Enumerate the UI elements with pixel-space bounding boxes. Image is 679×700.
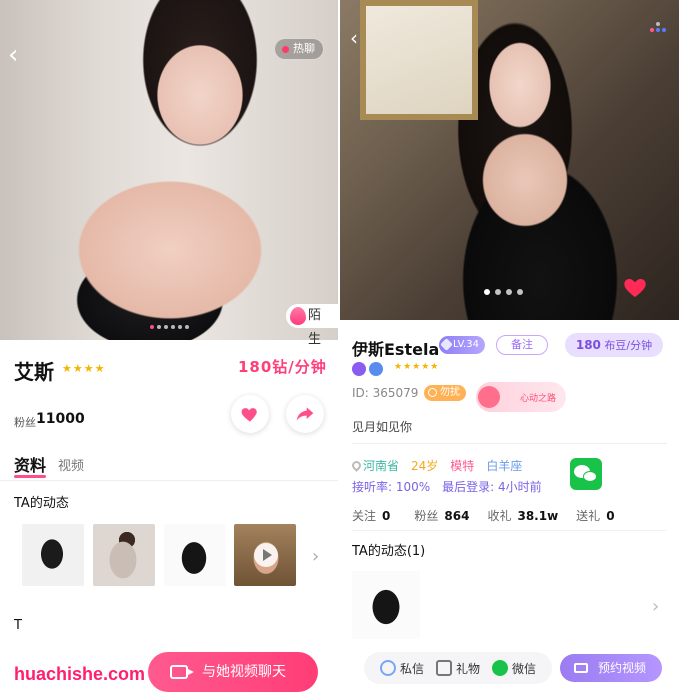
hot-chat-badge: 热聊 <box>274 38 324 60</box>
gift-icon <box>436 660 452 676</box>
chevron-right-icon[interactable]: › <box>652 596 659 617</box>
video-camera-icon <box>574 663 588 673</box>
occupation-tag: 模特 <box>450 459 475 473</box>
stats-row: 关注 0 粉丝 864 收礼 38.1w 送礼 0 <box>352 507 615 524</box>
rating-stars: ★★★★★ <box>394 362 440 372</box>
fans-label: 粉丝 <box>14 416 36 429</box>
moment-thumbnail[interactable] <box>93 524 155 586</box>
gift-label: 礼物 <box>456 662 481 676</box>
moment-thumbnail[interactable] <box>164 524 226 586</box>
live-dot-icon <box>282 46 289 53</box>
book-video-button[interactable]: 预约视频 <box>560 654 662 682</box>
left-profile-panel: ‹ 热聊 陌生 艾斯 ★★★★ 180钻/分钟 粉丝 11000 资料 视频 T… <box>0 0 338 700</box>
bottom-action-bar: 私信 礼物 微信 预约视频 <box>340 640 679 700</box>
moments-title: TA的动态 <box>14 496 69 511</box>
answer-rate: 接听率: 100% <box>352 480 431 494</box>
share-button[interactable] <box>286 395 324 433</box>
share-icon <box>296 407 314 421</box>
active-tab-indicator <box>14 475 46 478</box>
moments-title: TA的动态(1) <box>352 544 426 559</box>
fans-count: 11000 <box>36 411 85 427</box>
right-profile-panel: ‹ 伊斯Estela LV.34 备注 180 布豆/分钟 ★★★★★ ID: … <box>340 0 679 700</box>
like-heart-icon[interactable] <box>623 276 647 298</box>
signature-text: 见月如见你 <box>352 420 413 434</box>
rate-badge: 180 布豆/分钟 <box>565 333 663 357</box>
photo-pager[interactable] <box>150 325 189 329</box>
moment-video-thumbnail[interactable] <box>234 524 296 586</box>
wechat-button[interactable]: 微信 <box>492 660 536 677</box>
video-chat-label: 与她视频聊天 <box>202 664 286 680</box>
message-label: 私信 <box>400 662 425 676</box>
watermark-url: huachishe.com <box>14 664 146 684</box>
stat-gifts-sent: 送礼 0 <box>576 509 615 523</box>
last-login: 最后登录: 4小时前 <box>442 480 542 494</box>
action-group: 私信 礼物 微信 <box>364 652 552 684</box>
level-label: LV.34 <box>453 339 479 350</box>
tab-profile-data[interactable]: 资料 <box>14 452 46 476</box>
site-watermark: 花痴社 huachishe.com <box>6 604 171 694</box>
rate-unit: 布豆/分钟 <box>604 339 653 352</box>
level-badge: LV.34 <box>439 336 485 354</box>
age: 24岁 <box>411 459 439 473</box>
follow-heart-button[interactable] <box>231 395 269 433</box>
heart-icon <box>478 386 500 408</box>
divider <box>0 480 338 481</box>
message-button[interactable]: 私信 <box>380 660 424 677</box>
wechat-icon <box>492 660 508 676</box>
divider <box>352 443 667 444</box>
video-chat-button[interactable]: 与她视频聊天 <box>148 652 318 692</box>
profile-photo[interactable] <box>340 0 679 320</box>
gift-button[interactable]: 礼物 <box>436 660 480 677</box>
stat-gifts-received: 收礼 38.1w <box>487 509 559 523</box>
stranger-tag: 陌生 <box>286 304 338 347</box>
divider <box>352 530 667 531</box>
back-icon[interactable]: ‹ <box>350 26 358 50</box>
do-not-disturb-badge: 勿扰 <box>424 385 466 401</box>
book-video-label: 预约视频 <box>598 661 647 675</box>
profile-name: 艾斯 <box>14 360 54 384</box>
heart-path-label: 心动之路 <box>520 394 557 404</box>
stranger-label: 陌生 <box>308 308 322 347</box>
wall-painting <box>360 0 478 120</box>
wechat-label: 微信 <box>512 662 537 676</box>
heart-icon <box>241 408 257 422</box>
hot-chat-label: 热聊 <box>293 42 315 55</box>
price-label: 180钻/分钟 <box>238 358 327 376</box>
play-icon <box>254 543 278 567</box>
location-pin-icon <box>350 459 363 472</box>
profile-name: 伊斯Estela <box>352 340 440 359</box>
tab-video[interactable]: 视频 <box>58 455 84 474</box>
stat-fans: 粉丝 864 <box>414 509 470 523</box>
moon-icon <box>428 388 437 397</box>
rate-value: 180 <box>575 338 601 352</box>
do-not-disturb-label: 勿扰 <box>440 387 460 398</box>
photo-pager[interactable] <box>484 289 523 295</box>
crown-icon <box>440 338 453 351</box>
watermark-logo-text: 花痴社 <box>23 611 139 655</box>
medal-icon <box>369 362 383 376</box>
heart-path-badge[interactable]: 心动之路 <box>476 382 566 412</box>
stat-following: 关注 0 <box>352 509 391 523</box>
zodiac: 白羊座 <box>486 459 523 473</box>
flame-icon <box>290 307 306 325</box>
activity-info-row: 接听率: 100% 最后登录: 4小时前 <box>352 478 542 495</box>
profile-info-row: 河南省 24岁 模特 白羊座 <box>350 457 523 474</box>
province: 河南省 <box>350 457 399 474</box>
video-camera-icon <box>170 665 194 679</box>
chevron-right-icon[interactable]: › <box>312 546 319 567</box>
moment-thumbnail[interactable] <box>22 524 84 586</box>
back-icon[interactable]: ‹ <box>8 42 32 68</box>
user-id: ID: 365079 <box>352 386 419 400</box>
chat-icon <box>380 660 396 676</box>
medal-icons <box>352 362 383 376</box>
rating-stars: ★★★★ <box>62 362 106 375</box>
moment-thumbnail[interactable] <box>352 571 420 639</box>
medal-icon <box>352 362 366 376</box>
wechat-icon[interactable] <box>570 458 602 490</box>
remark-button[interactable]: 备注 <box>496 335 548 355</box>
more-menu-icon[interactable] <box>650 22 668 36</box>
